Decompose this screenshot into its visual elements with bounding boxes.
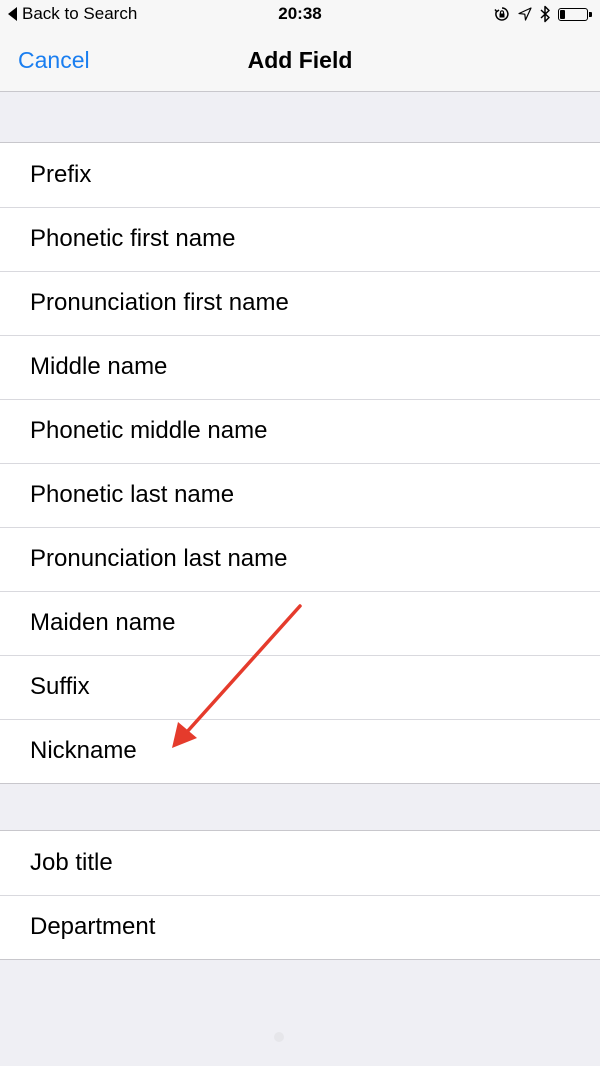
navigation-bar: Cancel Add Field <box>0 28 600 92</box>
bluetooth-icon <box>540 5 550 23</box>
field-option-label: Pronunciation first name <box>30 289 289 316</box>
field-option-label: Phonetic middle name <box>30 417 268 444</box>
field-option-label: Pronunciation last name <box>30 545 288 572</box>
field-option-suffix[interactable]: Suffix <box>0 655 600 719</box>
field-option-pronunciation-first-name[interactable]: Pronunciation first name <box>0 271 600 335</box>
page-title: Add Field <box>247 47 353 73</box>
field-option-nickname[interactable]: Nickname <box>0 719 600 783</box>
battery-icon <box>558 7 592 21</box>
field-option-middle-name[interactable]: Middle name <box>0 335 600 399</box>
field-option-label: Phonetic first name <box>30 225 236 252</box>
location-arrow-icon <box>518 7 532 21</box>
name-fields-list: Prefix Phonetic first name Pronunciation… <box>0 142 600 784</box>
field-option-label: Middle name <box>30 353 168 380</box>
work-fields-list: Job title Department <box>0 830 600 960</box>
rotation-lock-icon <box>494 6 510 22</box>
field-option-label: Job title <box>30 849 113 876</box>
field-option-label: Phonetic last name <box>30 481 235 508</box>
field-option-label: Department <box>30 913 156 940</box>
field-option-label: Maiden name <box>30 609 176 636</box>
field-option-label: Nickname <box>30 737 137 764</box>
home-indicator-dot <box>274 1032 284 1042</box>
field-option-label: Prefix <box>30 161 92 188</box>
field-option-phonetic-last-name[interactable]: Phonetic last name <box>0 463 600 527</box>
battery-level <box>560 9 565 19</box>
status-icons <box>494 5 592 23</box>
field-option-maiden-name[interactable]: Maiden name <box>0 591 600 655</box>
field-option-phonetic-first-name[interactable]: Phonetic first name <box>0 207 600 271</box>
field-option-department[interactable]: Department <box>0 895 600 959</box>
field-option-phonetic-middle-name[interactable]: Phonetic middle name <box>0 399 600 463</box>
field-option-pronunciation-last-name[interactable]: Pronunciation last name <box>0 527 600 591</box>
status-bar: Back to Search 20:38 <box>0 0 600 28</box>
field-option-job-title[interactable]: Job title <box>0 831 600 895</box>
field-option-prefix[interactable]: Prefix <box>0 143 600 207</box>
field-option-label: Suffix <box>30 673 90 700</box>
